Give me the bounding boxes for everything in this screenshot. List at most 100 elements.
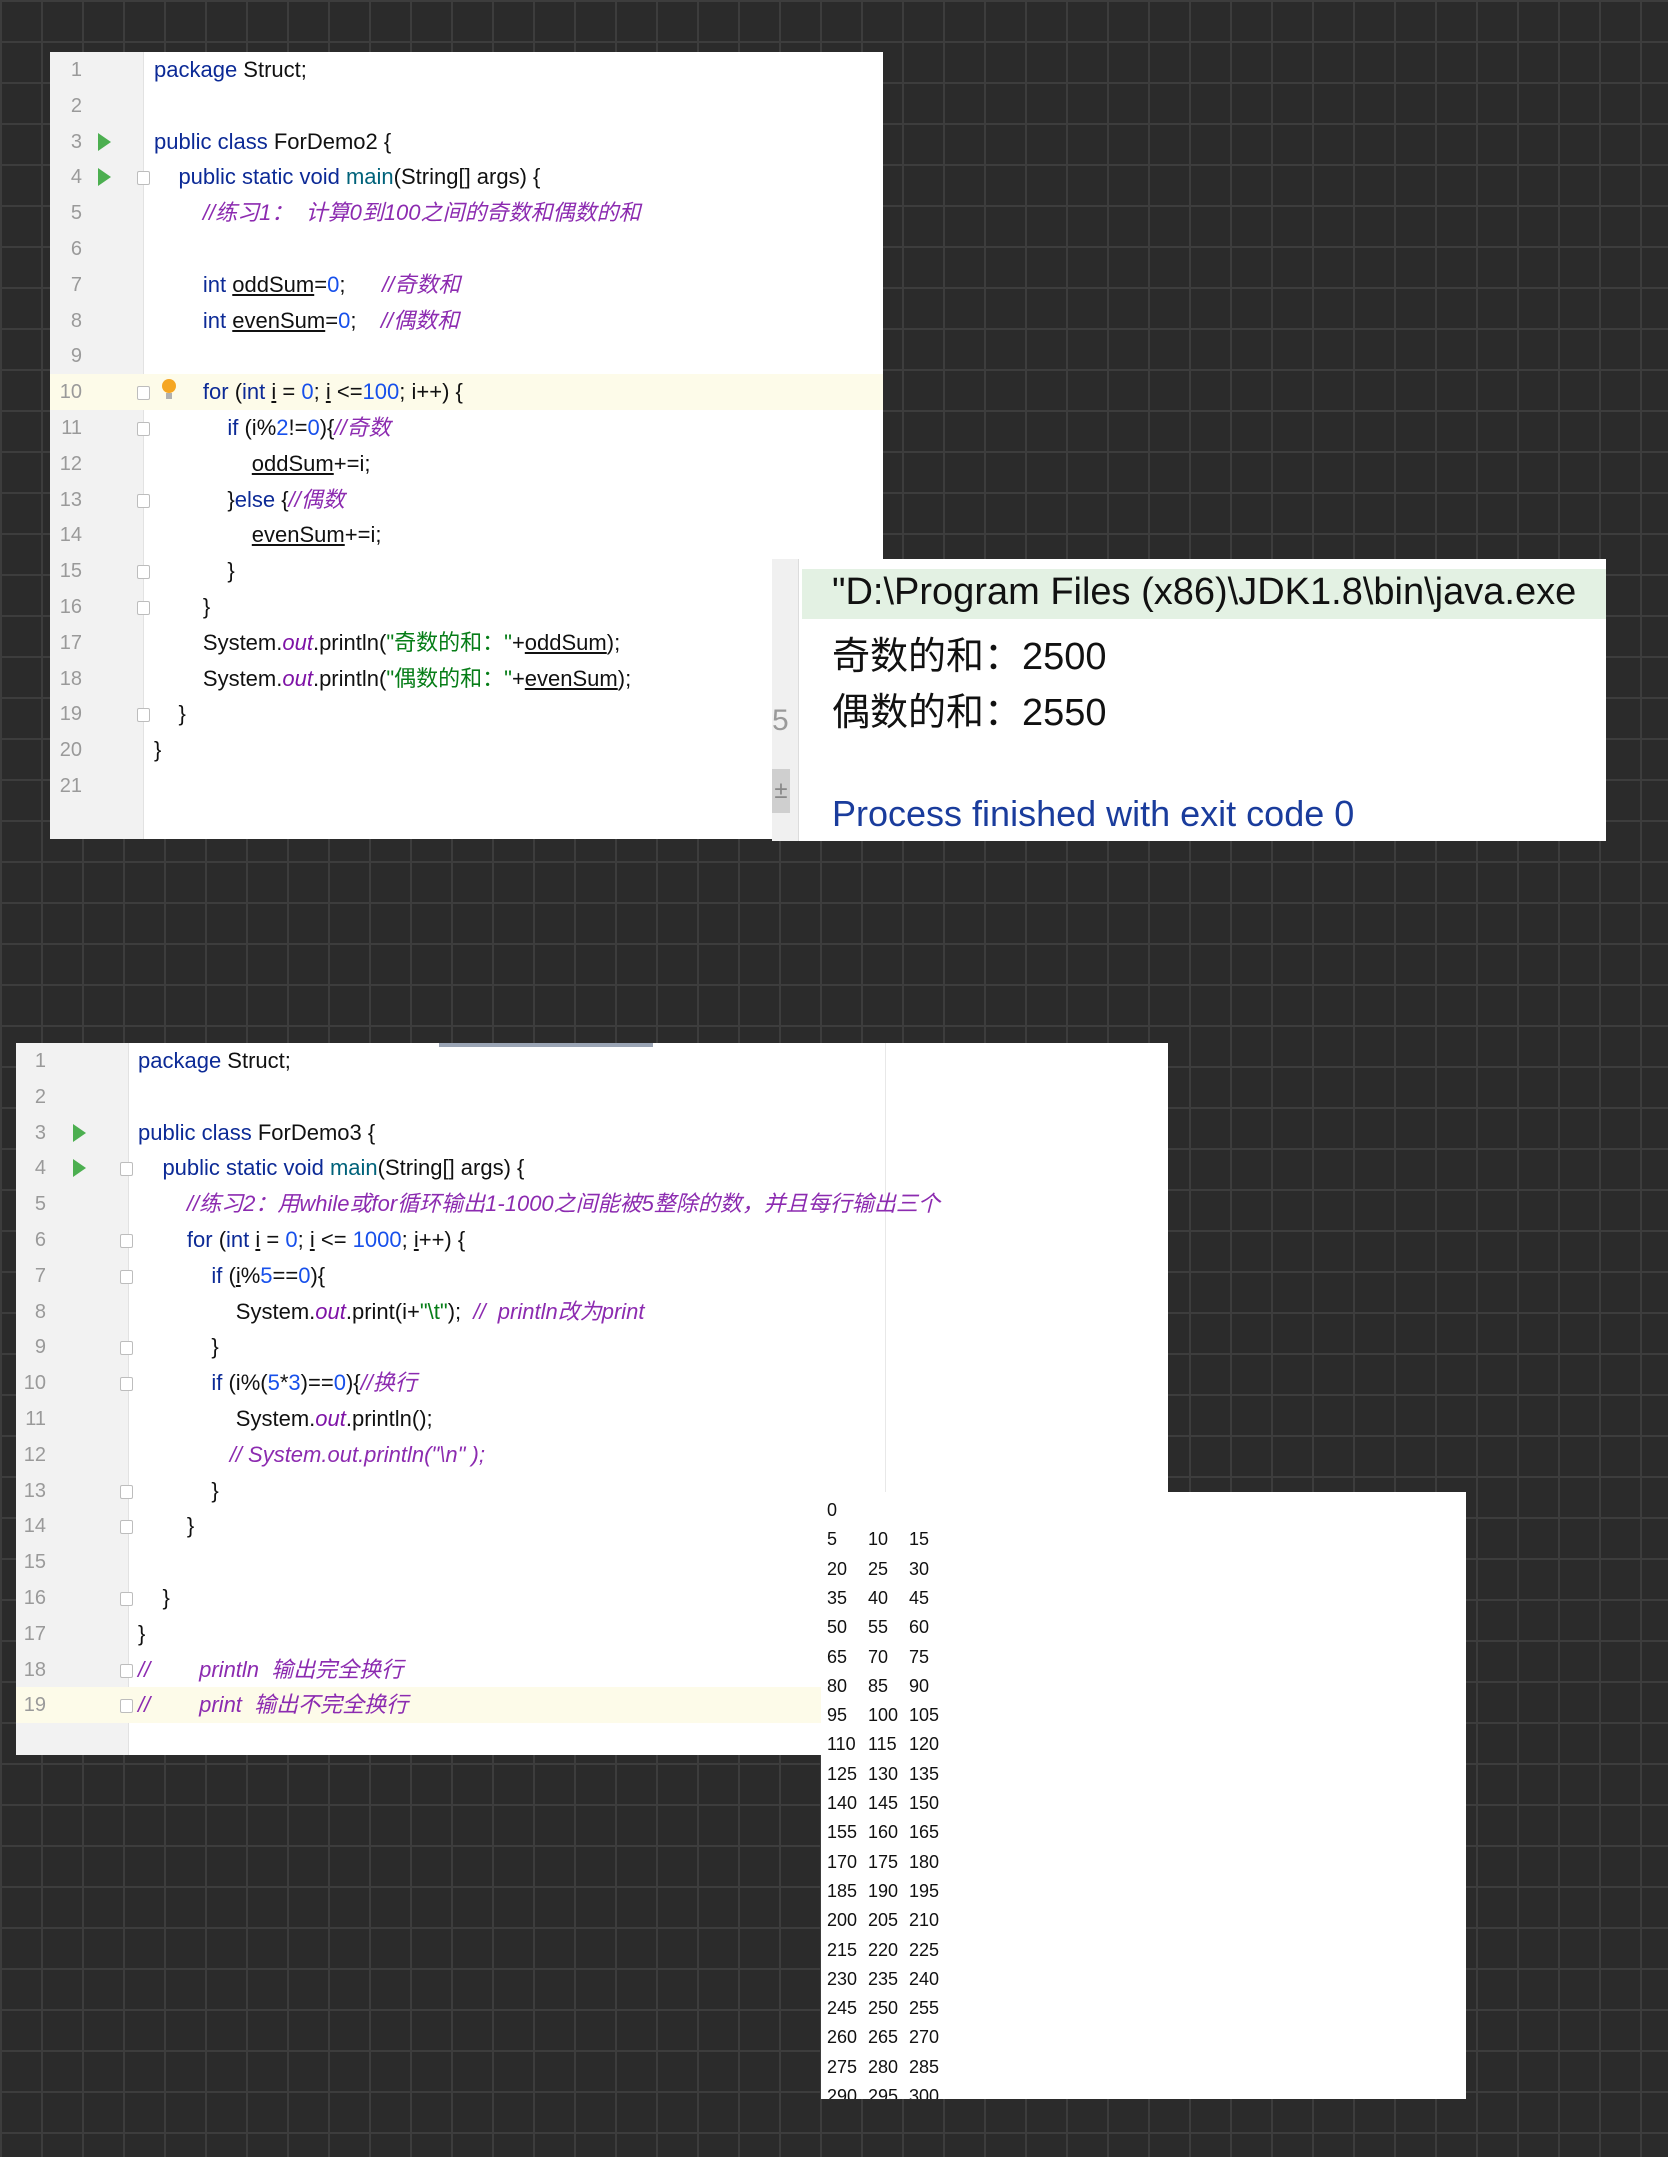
code-text[interactable]: evenSum+=i; <box>154 517 382 553</box>
code-text[interactable]: // println 输出完全换行 <box>138 1652 403 1688</box>
fold-marker-icon[interactable] <box>137 565 150 580</box>
fold-marker-icon[interactable] <box>120 1484 133 1499</box>
fold-marker-icon[interactable] <box>120 1699 133 1714</box>
code-line[interactable]: 14 evenSum+=i; <box>50 517 883 553</box>
fold-marker-icon[interactable] <box>120 1520 133 1535</box>
code-line[interactable]: 1 package Struct; <box>50 52 883 88</box>
line-number: 14 <box>23 1515 46 1538</box>
code-text[interactable]: public class ForDemo3 { <box>138 1115 375 1151</box>
fold-marker-icon[interactable] <box>120 1592 133 1606</box>
code-line[interactable]: 3 public class ForDemo2 { <box>50 124 883 160</box>
run-gutter-icon[interactable] <box>73 1123 86 1142</box>
code-line[interactable]: 5 //练习2：用while或for循环输出1-1000之间能被5整除的数，并且… <box>16 1186 1168 1222</box>
code-text[interactable]: if (i%(5*3)==0){//换行 <box>138 1365 417 1401</box>
code-line[interactable]: 9 <box>50 338 883 374</box>
code-text[interactable]: //练习1： 计算0到100之间的奇数和偶数的和 <box>154 195 641 231</box>
line-number: 12 <box>23 1443 46 1466</box>
console-output-value: 245 <box>827 1998 858 2019</box>
console-output-value: 145 <box>868 1793 899 1813</box>
code-text[interactable]: int oddSum=0; //奇数和 <box>154 267 460 303</box>
code-text[interactable]: if (i%5==0){ <box>138 1258 325 1294</box>
run-gutter-icon[interactable] <box>98 132 111 151</box>
code-text[interactable]: } <box>138 1473 218 1509</box>
code-text[interactable]: int evenSum=0; //偶数和 <box>154 303 459 339</box>
code-text[interactable]: } <box>154 589 210 625</box>
code-line[interactable]: 6 for (int i = 0; i <= 1000; i++) { <box>16 1222 1168 1258</box>
code-line[interactable]: 19 } <box>50 696 883 732</box>
code-text[interactable]: System.out.print(i+"\t"); // println改为pr… <box>138 1294 645 1330</box>
run-gutter-icon[interactable] <box>73 1159 86 1178</box>
code-line[interactable]: 13 }else {//偶数 <box>50 482 883 518</box>
code-line[interactable]: 8 System.out.print(i+"\t"); // println改为… <box>16 1294 1168 1330</box>
code-text[interactable]: System.out.println("奇数的和："+oddSum); <box>154 625 620 661</box>
run-gutter-icon[interactable] <box>98 168 111 187</box>
code-line[interactable]: 17 System.out.println("奇数的和："+oddSum); <box>50 625 883 661</box>
fold-marker-icon[interactable] <box>120 1377 133 1392</box>
code-line[interactable]: 11 if (i%2!=0){//奇数 <box>50 410 883 446</box>
fold-marker-icon[interactable] <box>120 1663 133 1678</box>
code-line[interactable]: 10 for (int i = 0; i <=100; i++) { <box>50 374 883 411</box>
code-text[interactable]: System.out.println(); <box>138 1401 433 1437</box>
code-line[interactable]: 3 public class ForDemo3 { <box>16 1115 1168 1151</box>
code-text[interactable]: } <box>138 1616 145 1652</box>
code-line[interactable]: 8 int evenSum=0; //偶数和 <box>50 303 883 339</box>
fold-marker-icon[interactable] <box>120 1162 133 1177</box>
code-text[interactable]: if (i%2!=0){//奇数 <box>154 410 390 446</box>
code-text[interactable]: } <box>138 1329 218 1365</box>
code-text[interactable]: } <box>154 553 234 589</box>
code-line[interactable]: 2 <box>50 88 883 124</box>
code-text[interactable]: public static void main(String[] args) { <box>138 1150 524 1186</box>
code-line[interactable]: 9 } <box>16 1329 1168 1365</box>
code-line[interactable]: 11 System.out.println(); <box>16 1401 1168 1437</box>
code-line[interactable]: 7 if (i%5==0){ <box>16 1258 1168 1294</box>
console-output-row: 260 265 270 <box>827 2023 950 2052</box>
code-text[interactable]: System.out.println("偶数的和："+evenSum); <box>154 661 631 697</box>
code-text[interactable]: // System.out.println("\n" ); <box>138 1437 485 1473</box>
code-text[interactable]: public static void main(String[] args) { <box>154 159 540 195</box>
code-line[interactable]: 12 oddSum+=i; <box>50 446 883 482</box>
code-line[interactable]: 4 public static void main(String[] args)… <box>16 1150 1168 1186</box>
console-output-value: 35 <box>827 1587 848 1608</box>
code-line[interactable]: 6 <box>50 231 883 267</box>
fold-marker-icon[interactable] <box>137 386 150 401</box>
code-text[interactable]: package Struct; <box>154 52 307 88</box>
fold-marker-icon[interactable] <box>120 1341 133 1356</box>
code-text[interactable]: } <box>138 1508 194 1544</box>
code-line[interactable]: 12 // System.out.println("\n" ); <box>16 1437 1168 1473</box>
code-text[interactable]: //练习2：用while或for循环输出1-1000之间能被5整除的数，并且每行… <box>138 1186 940 1222</box>
console-output-value: 55 <box>868 1617 889 1638</box>
fold-marker-icon[interactable] <box>120 1234 133 1248</box>
console-side-glyph[interactable]: ± <box>772 769 790 813</box>
code-text[interactable]: public class ForDemo2 { <box>154 124 391 160</box>
code-text[interactable]: package Struct; <box>138 1043 291 1079</box>
console-output-value: 135 <box>909 1763 940 1784</box>
code-line[interactable]: 16 } <box>50 589 883 625</box>
fold-marker-icon[interactable] <box>137 601 150 615</box>
code-line[interactable]: 21 <box>50 768 883 804</box>
code-line[interactable]: 2 <box>16 1079 1168 1115</box>
code-text[interactable]: oddSum+=i; <box>154 446 371 482</box>
code-line[interactable]: 4 public static void main(String[] args)… <box>50 159 883 195</box>
fold-marker-icon[interactable] <box>137 708 150 723</box>
console-output-value: 205 <box>868 1910 899 1931</box>
code-line[interactable]: 15 } <box>50 553 883 589</box>
code-text[interactable]: for (int i = 0; i <= 1000; i++) { <box>138 1222 465 1258</box>
fold-marker-icon[interactable] <box>137 422 150 436</box>
code-text[interactable]: for (int i = 0; i <=100; i++) { <box>154 374 463 410</box>
code-text[interactable]: } <box>138 1580 169 1616</box>
code-line[interactable]: 7 int oddSum=0; //奇数和 <box>50 267 883 303</box>
code-text[interactable]: } <box>154 732 161 768</box>
line-number: 17 <box>23 1622 46 1645</box>
code-line[interactable]: 1 package Struct; <box>16 1043 1168 1079</box>
code-line[interactable]: 18 System.out.println("偶数的和："+evenSum); <box>50 661 883 697</box>
console-output-value: 155 <box>827 1822 858 1843</box>
code-line[interactable]: 5 //练习1： 计算0到100之间的奇数和偶数的和 <box>50 195 883 231</box>
fold-marker-icon[interactable] <box>120 1269 133 1284</box>
code-text[interactable]: } <box>154 696 185 732</box>
code-text[interactable]: }else {//偶数 <box>154 482 344 518</box>
code-line[interactable]: 10 if (i%(5*3)==0){//换行 <box>16 1365 1168 1401</box>
code-line[interactable]: 20} <box>50 732 883 768</box>
fold-marker-icon[interactable] <box>137 493 150 508</box>
code-text[interactable]: // print 输出不完全换行 <box>138 1687 408 1723</box>
fold-marker-icon[interactable] <box>137 171 150 186</box>
